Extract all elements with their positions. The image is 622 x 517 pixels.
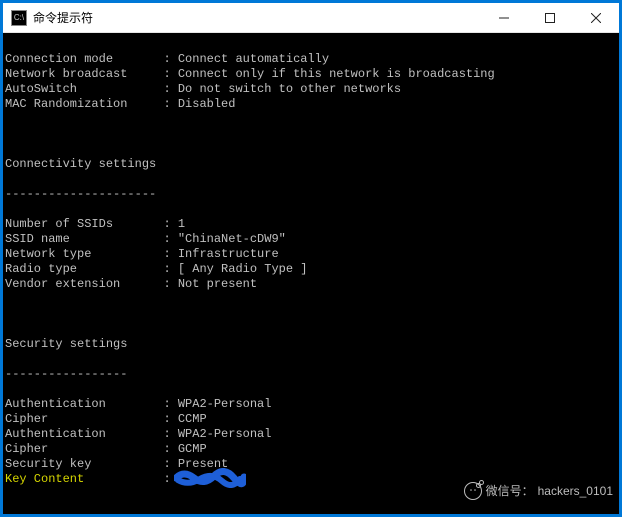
output-row: Network broadcast : Connect only if this… (5, 67, 619, 82)
section-heading-connectivity: Connectivity settings (5, 157, 619, 172)
terminal-output[interactable]: Connection mode : Connect automatically … (3, 33, 619, 514)
output-row: Network type : Infrastructure (5, 247, 619, 262)
output-row: Authentication : WPA2-Personal (5, 397, 619, 412)
close-button[interactable] (573, 3, 619, 33)
output-row: Number of SSIDs : 1 (5, 217, 619, 232)
output-row: Key Content : (5, 472, 619, 487)
output-row: Connection mode : Connect automatically (5, 52, 619, 67)
redacted-value (178, 472, 240, 484)
output-row: Cipher : CCMP (5, 412, 619, 427)
section-heading-security: Security settings (5, 337, 619, 352)
titlebar[interactable]: C:\ 命令提示符 (3, 3, 619, 33)
output-row: AutoSwitch : Do not switch to other netw… (5, 82, 619, 97)
divider: ----------------- (5, 367, 619, 382)
output-row: Radio type : [ Any Radio Type ] (5, 262, 619, 277)
output-row: Vendor extension : Not present (5, 277, 619, 292)
command-prompt-window: C:\ 命令提示符 Connection mode : Connect auto… (2, 2, 620, 515)
output-row: Security key : Present (5, 457, 619, 472)
cmd-icon: C:\ (11, 10, 27, 26)
window-title: 命令提示符 (33, 9, 481, 26)
output-row: MAC Randomization : Disabled (5, 97, 619, 112)
output-row: Authentication : WPA2-Personal (5, 427, 619, 442)
output-row: Cipher : GCMP (5, 442, 619, 457)
minimize-button[interactable] (481, 3, 527, 33)
maximize-button[interactable] (527, 3, 573, 33)
divider: --------------------- (5, 187, 619, 202)
output-row: SSID name : "ChinaNet-cDW9" (5, 232, 619, 247)
